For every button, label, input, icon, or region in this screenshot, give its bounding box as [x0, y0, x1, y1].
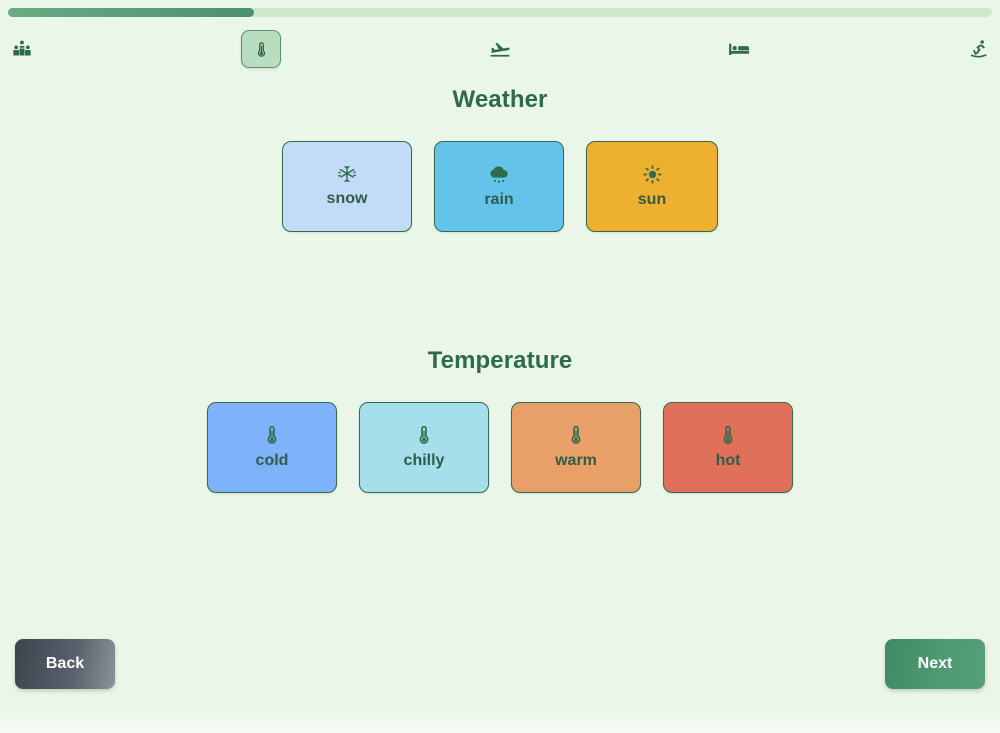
- thermometer-icon: [253, 41, 270, 58]
- person-skiing-icon: [968, 39, 989, 60]
- weather-option-label: rain: [484, 190, 514, 208]
- step-travelers[interactable]: [2, 30, 42, 68]
- step-flight[interactable]: [480, 30, 520, 68]
- temperature-option-cold[interactable]: cold: [207, 402, 337, 493]
- weather-option-sun[interactable]: sun: [586, 141, 718, 232]
- temperature-option-label: hot: [715, 452, 741, 469]
- weather-option-label: sun: [637, 190, 667, 208]
- weather-option-snow[interactable]: snow: [282, 141, 412, 232]
- snowflake-icon: [338, 165, 356, 183]
- temperature-options-row: cold chilly warm hot: [0, 402, 1000, 493]
- step-hotel[interactable]: [719, 30, 759, 68]
- temperature-option-label: cold: [255, 452, 289, 469]
- cloud-rain-icon: [488, 165, 510, 184]
- back-button[interactable]: Back: [15, 639, 115, 689]
- bed-icon: [728, 38, 750, 60]
- thermometer-icon: [417, 425, 431, 445]
- sun-icon: [642, 164, 662, 184]
- temperature-option-warm[interactable]: warm: [511, 402, 641, 493]
- bottom-band: [0, 707, 1000, 733]
- step-activities[interactable]: [958, 30, 998, 68]
- thermometer-icon: [265, 425, 279, 445]
- thermometer-icon: [569, 425, 583, 445]
- step-navigation: [0, 30, 1000, 70]
- weather-options-row: snow rain sun: [0, 141, 1000, 232]
- temperature-option-label: chilly: [403, 452, 445, 469]
- thermometer-icon: [721, 425, 735, 445]
- progress-bar-fill: [8, 8, 254, 17]
- next-button[interactable]: Next: [885, 639, 985, 689]
- weather-option-rain[interactable]: rain: [434, 141, 564, 232]
- temperature-section-title: Temperature: [427, 347, 573, 374]
- progress-bar-track: [8, 8, 992, 17]
- temperature-option-chilly[interactable]: chilly: [359, 402, 489, 493]
- temperature-option-label: warm: [555, 452, 597, 469]
- people-group-icon: [12, 39, 32, 59]
- step-weather[interactable]: [241, 30, 281, 68]
- weather-section-title: Weather: [452, 86, 548, 113]
- weather-option-label: snow: [326, 190, 368, 207]
- temperature-option-hot[interactable]: hot: [663, 402, 793, 493]
- plane-landing-icon: [489, 38, 511, 60]
